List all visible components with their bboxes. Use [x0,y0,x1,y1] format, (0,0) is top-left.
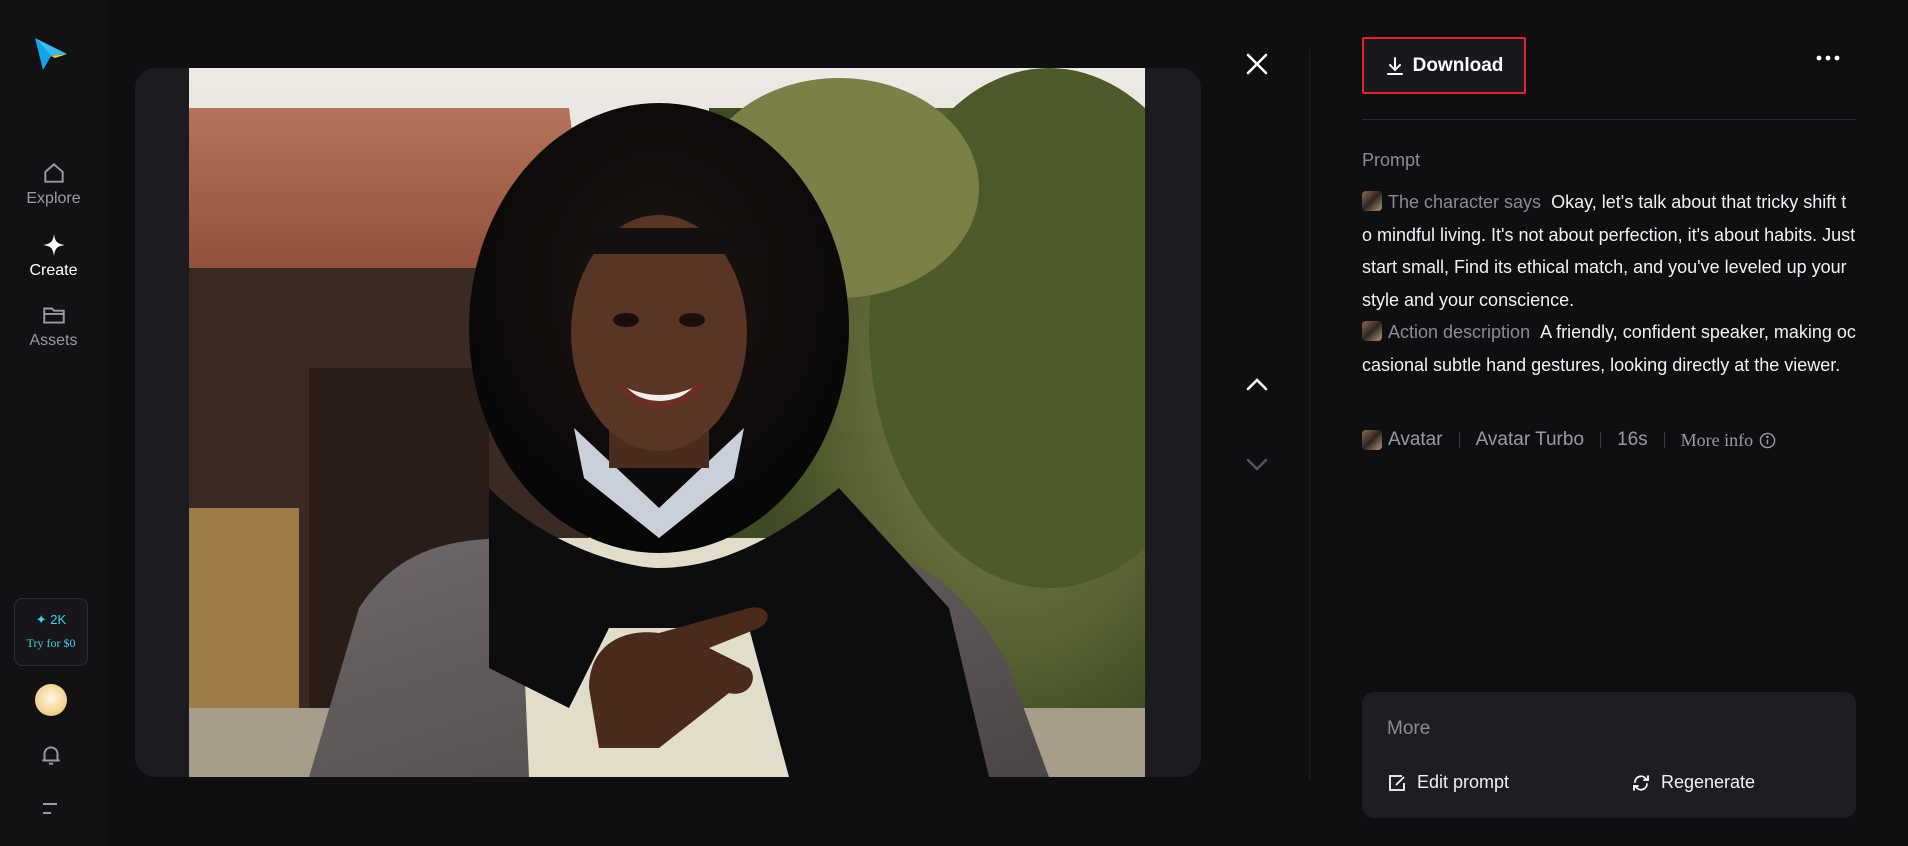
home-icon [43,163,64,183]
try-free-label: Try for $0 [26,636,76,650]
character-label: The character says [1388,192,1542,212]
regenerate-label: Regenerate [1661,772,1756,792]
credits-count: ✦ 2K [35,612,67,627]
sparkle-icon [42,234,65,256]
info-icon [1759,432,1776,448]
sidebar-item-label: Assets [29,332,78,349]
video-frame-illustration [189,68,1145,777]
prompt-text: The character says Okay, let's talk about… [1362,186,1856,381]
regenerate-button[interactable]: Regenerate [1631,772,1755,793]
more-info-label: More info [1680,429,1754,450]
character-thumbnail [1362,191,1382,211]
logo-icon[interactable] [31,34,71,74]
regenerate-icon [1633,774,1649,791]
avatar-thumbnail [1362,430,1382,450]
more-actions-card: More Edit prompt Regenerate [1362,692,1856,818]
generated-video-frame[interactable] [189,68,1145,777]
meta-separator [1663,432,1665,448]
chevron-up-icon[interactable] [1244,372,1270,398]
sidebar-item-explore[interactable]: Explore [0,160,107,208]
sidebar-item-label: Explore [26,190,81,207]
meta-duration: 16s [1617,429,1648,450]
close-icon[interactable] [1244,51,1270,77]
credits-upgrade-button[interactable]: ✦ 2K Try for $0 [14,598,88,666]
meta-separator [1600,432,1602,448]
edit-icon [1389,774,1405,791]
sidebar: Explore Create Assets ✦ 2K Try for $0 [0,0,107,846]
prompt-heading: Prompt [1362,150,1421,170]
avatar[interactable] [35,684,67,716]
generation-meta: Avatar Avatar Turbo 16s More info [1362,425,1776,455]
sidebar-item-create[interactable]: Create [0,232,107,280]
chevron-down-icon[interactable] [1244,451,1270,477]
meta-separator [1458,432,1460,448]
download-label: Download [1412,54,1504,76]
folder-icon [42,307,65,324]
more-info-link[interactable]: More info [1681,430,1776,451]
edit-prompt-button[interactable]: Edit prompt [1387,772,1509,793]
menu-icon[interactable] [40,799,62,819]
edit-prompt-label: Edit prompt [1417,772,1510,792]
download-button[interactable]: Download [1362,37,1526,94]
sidebar-item-label: Create [29,262,78,279]
bell-icon[interactable] [38,742,64,768]
download-icon [1386,56,1403,75]
more-title: More [1387,718,1431,739]
more-options-icon[interactable] [1816,54,1840,62]
meta-type: Avatar [1388,429,1443,450]
action-thumbnail [1362,321,1382,341]
meta-model: Avatar Turbo [1475,429,1585,450]
sidebar-item-assets[interactable]: Assets [0,302,107,350]
header-divider [1362,119,1856,120]
action-label: Action description [1388,322,1531,342]
panel-divider [1309,50,1310,780]
